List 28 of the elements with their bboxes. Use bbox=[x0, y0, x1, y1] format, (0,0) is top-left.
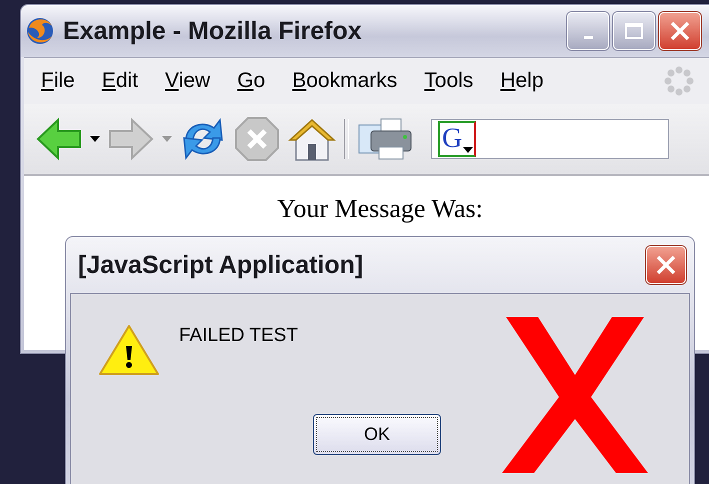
menu-item[interactable]: File bbox=[41, 69, 75, 93]
printer-icon[interactable] bbox=[357, 117, 413, 161]
menu-item[interactable]: Help bbox=[500, 69, 544, 93]
menu-item[interactable]: Go bbox=[237, 69, 266, 93]
warning-icon bbox=[98, 324, 160, 376]
reload-icon[interactable] bbox=[180, 116, 226, 162]
home-icon[interactable] bbox=[288, 116, 336, 162]
page-heading: Your Message Was: bbox=[277, 194, 483, 224]
menu-item[interactable]: View bbox=[165, 69, 210, 93]
search-engine-logo[interactable]: G bbox=[438, 121, 476, 157]
maximize-icon bbox=[624, 22, 644, 40]
globe-icon bbox=[25, 16, 55, 46]
dialog-title: [JavaScript Application] bbox=[78, 250, 364, 280]
close-button[interactable] bbox=[659, 12, 701, 50]
menu-item[interactable]: Edit bbox=[102, 69, 138, 93]
menu-item[interactable]: Tools bbox=[424, 69, 474, 93]
alert-message: FAILED TEST bbox=[179, 325, 298, 347]
window-title: Example - Mozilla Firefox bbox=[63, 16, 362, 46]
close-icon bbox=[669, 20, 691, 42]
close-button[interactable] bbox=[646, 246, 686, 284]
caret-icon[interactable] bbox=[90, 136, 100, 142]
throbber-icon bbox=[664, 66, 694, 96]
menu-item[interactable]: Bookmarks bbox=[292, 69, 398, 93]
minimize-icon bbox=[584, 36, 592, 38]
back-icon[interactable] bbox=[36, 117, 82, 161]
ok-button[interactable]: OK bbox=[313, 414, 441, 455]
search-field[interactable]: G bbox=[431, 119, 669, 159]
close-icon bbox=[655, 254, 677, 276]
